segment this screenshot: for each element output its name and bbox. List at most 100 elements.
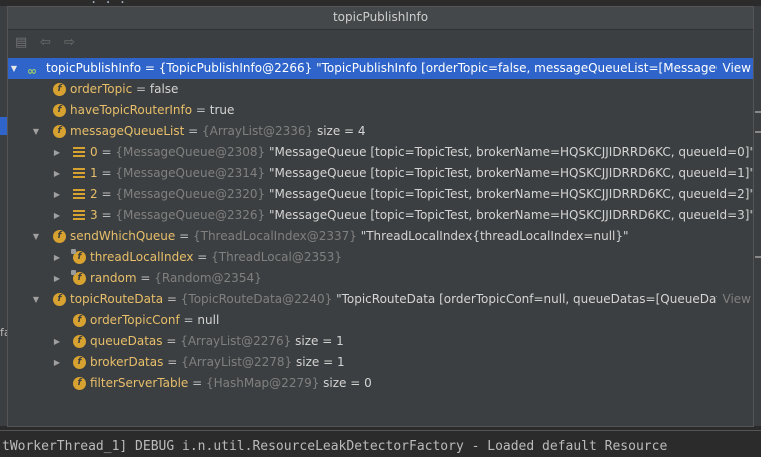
var-value: true bbox=[209, 103, 235, 117]
field-icon: f bbox=[53, 83, 66, 96]
var-name: haveTopicRouterInfo bbox=[70, 103, 193, 117]
array-element-icon bbox=[73, 189, 85, 200]
expand-arrow-icon[interactable]: ▶ bbox=[52, 205, 62, 226]
tree-row-random[interactable]: ▶ f random = {Random@2354} bbox=[8, 268, 753, 289]
field-lock-icon: f bbox=[71, 270, 86, 285]
var-ref: {TopicRouteData@2240} bbox=[180, 292, 333, 306]
var-name: filterServerTable bbox=[90, 376, 189, 390]
collapse-arrow-icon[interactable]: ▼ bbox=[9, 58, 19, 79]
array-element-icon bbox=[73, 210, 85, 221]
var-ref: {MessageQueue@2320} bbox=[115, 187, 266, 201]
expand-arrow-icon[interactable]: ▶ bbox=[52, 163, 62, 184]
var-ref: {ThreadLocalIndex@2337} bbox=[192, 229, 357, 243]
collapse-arrow-icon[interactable]: ▼ bbox=[31, 226, 41, 247]
tree-row-thread-local-index[interactable]: ▶ f threadLocalIndex = {ThreadLocal@2353… bbox=[8, 247, 753, 268]
field-icon: f bbox=[73, 314, 86, 327]
var-ref: {Random@2354} bbox=[154, 271, 262, 285]
expand-arrow-icon[interactable]: ▶ bbox=[52, 331, 62, 352]
var-value: size = 1 bbox=[292, 355, 345, 369]
tree-row-topic-route-data[interactable]: ▼ f topicRouteData = {TopicRouteData@224… bbox=[8, 289, 753, 310]
var-name: orderTopic bbox=[70, 82, 133, 96]
console-line: tWorkerThread_1] DEBUG i.n.util.Resource… bbox=[2, 439, 668, 454]
collapse-arrow-icon[interactable]: ▼ bbox=[31, 121, 41, 142]
equals: = bbox=[97, 187, 116, 201]
var-ref: {MessageQueue@2314} bbox=[115, 166, 266, 180]
tree-row-order-topic-conf[interactable]: f orderTopicConf = null bbox=[8, 310, 753, 331]
tree-row-mq-1[interactable]: ▶ 1 = {MessageQueue@2314} "MessageQueue … bbox=[8, 163, 753, 184]
expand-arrow-icon[interactable]: ▶ bbox=[52, 142, 62, 163]
folder-icon[interactable]: ▤ bbox=[15, 36, 27, 50]
var-index: 3 bbox=[90, 208, 98, 222]
scroll-marker bbox=[755, 256, 761, 258]
var-name: queueDatas bbox=[90, 334, 163, 348]
tree-row-topic-publish-info[interactable]: ▼ ∞ topicPublishInfo = {TopicPublishInfo… bbox=[8, 58, 753, 79]
var-index: 2 bbox=[90, 187, 98, 201]
equals: = bbox=[184, 124, 203, 138]
equals: = bbox=[97, 166, 116, 180]
tree-row-filter-server-table[interactable]: f filterServerTable = {HashMap@2279} siz… bbox=[8, 373, 753, 394]
field-icon: f bbox=[73, 335, 86, 348]
var-value: size = 0 bbox=[319, 376, 372, 390]
var-value: "TopicPublishInfo [orderTopic=false, mes… bbox=[312, 61, 737, 75]
field-icon: f bbox=[73, 377, 86, 390]
field-icon: f bbox=[53, 125, 66, 138]
var-value: "MessageQueue [topic=TopicTest, brokerNa… bbox=[265, 208, 753, 222]
tree-row-mq-0[interactable]: ▶ 0 = {MessageQueue@2308} "MessageQueue … bbox=[8, 142, 753, 163]
array-element-icon bbox=[73, 168, 85, 179]
equals: = bbox=[97, 145, 116, 159]
equals: = bbox=[132, 82, 150, 96]
equals: = bbox=[136, 271, 155, 285]
var-name: orderTopicConf bbox=[90, 313, 180, 327]
variable-tree: ▼ ∞ topicPublishInfo = {TopicPublishInfo… bbox=[8, 58, 753, 394]
var-value: false bbox=[149, 82, 179, 96]
view-link[interactable]: View bbox=[716, 289, 751, 310]
var-index: 0 bbox=[90, 145, 98, 159]
var-name: sendWhichQueue bbox=[70, 229, 176, 243]
var-value: size = 1 bbox=[291, 334, 344, 348]
var-value: null bbox=[197, 313, 220, 327]
tree-row-queue-datas[interactable]: ▶ f queueDatas = {ArrayList@2276} size =… bbox=[8, 331, 753, 352]
equals: = bbox=[163, 355, 182, 369]
expand-arrow-icon[interactable]: ▶ bbox=[52, 247, 62, 268]
back-arrow-icon[interactable]: ⇦ bbox=[40, 36, 51, 50]
tree-row-order-topic[interactable]: f orderTopic = false bbox=[8, 79, 753, 100]
equals: = bbox=[188, 376, 206, 390]
var-name: topicPublishInfo bbox=[46, 61, 142, 75]
forward-arrow-icon[interactable]: ⇨ bbox=[64, 36, 75, 50]
var-value: "MessageQueue [topic=TopicTest, brokerNa… bbox=[265, 145, 753, 159]
view-link[interactable]: View bbox=[716, 58, 751, 79]
field-icon: f bbox=[53, 293, 66, 306]
tree-row-mq-3[interactable]: ▶ 3 = {MessageQueue@2326} "MessageQueue … bbox=[8, 205, 753, 226]
field-icon: f bbox=[53, 104, 66, 117]
var-ref: {ThreadLocal@2353} bbox=[211, 250, 343, 264]
scroll-marker bbox=[755, 111, 761, 113]
var-name: brokerDatas bbox=[90, 355, 164, 369]
var-ref: {MessageQueue@2308} bbox=[115, 145, 266, 159]
expand-arrow-icon[interactable]: ▶ bbox=[52, 268, 62, 289]
var-value: "MessageQueue [topic=TopicTest, brokerNa… bbox=[265, 166, 753, 180]
var-name: threadLocalIndex bbox=[90, 250, 194, 264]
var-ref: {ArrayList@2336} bbox=[202, 124, 314, 138]
equals: = bbox=[97, 208, 116, 222]
equals: = bbox=[141, 61, 159, 75]
variable-inspector-popup: topicPublishInfo ▤ ⇦ ⇨ ▼ ∞ topicPublishI… bbox=[7, 6, 754, 427]
equals: = bbox=[192, 103, 210, 117]
tree-row-broker-datas[interactable]: ▶ f brokerDatas = {ArrayList@2278} size … bbox=[8, 352, 753, 373]
var-ref: {TopicPublishInfo@2266} bbox=[158, 61, 313, 75]
equals: = bbox=[163, 292, 181, 306]
var-ref: {ArrayList@2276} bbox=[180, 334, 292, 348]
tree-row-have-topic-router-info[interactable]: f haveTopicRouterInfo = true bbox=[8, 100, 753, 121]
tree-row-message-queue-list[interactable]: ▼ f messageQueueList = {ArrayList@2336} … bbox=[8, 121, 753, 142]
var-index: 1 bbox=[90, 166, 98, 180]
watch-icon: ∞ bbox=[27, 64, 37, 78]
expand-arrow-icon[interactable]: ▶ bbox=[52, 184, 62, 205]
editor-scroll-strip[interactable] bbox=[753, 6, 761, 426]
var-name: topicRouteData bbox=[70, 292, 164, 306]
expand-arrow-icon[interactable]: ▶ bbox=[52, 352, 62, 373]
popup-title: topicPublishInfo bbox=[8, 7, 753, 30]
collapse-arrow-icon[interactable]: ▼ bbox=[31, 289, 41, 310]
equals: = bbox=[162, 334, 181, 348]
equals: = bbox=[193, 250, 212, 264]
tree-row-send-which-queue[interactable]: ▼ f sendWhichQueue = {ThreadLocalIndex@2… bbox=[8, 226, 753, 247]
tree-row-mq-2[interactable]: ▶ 2 = {MessageQueue@2320} "MessageQueue … bbox=[8, 184, 753, 205]
